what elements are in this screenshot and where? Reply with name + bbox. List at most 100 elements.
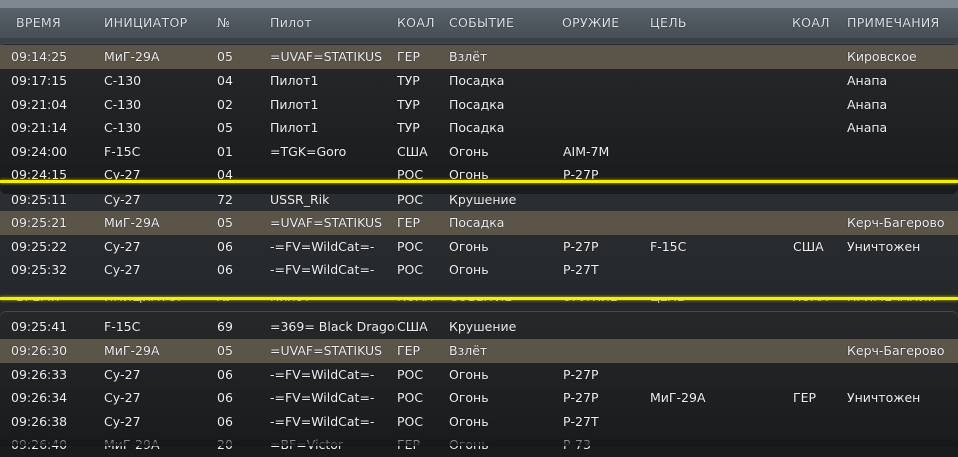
time-cell: 09:25:11 — [11, 191, 68, 207]
table-row[interactable]: 09:25:11 Су-27 72 USSR_Rik РОС Крушение — [0, 188, 958, 212]
weapon-cell: Р-27Т — [563, 413, 599, 429]
coalition-cell: РОС — [397, 390, 424, 405]
notes-cell: Анапа — [847, 73, 888, 88]
number-cell: 05 — [217, 120, 233, 135]
event-cell: Взлёт — [449, 343, 488, 358]
notes-cell: Керч-Багерово — [847, 343, 945, 358]
initiator-cell: F-15C — [104, 143, 141, 159]
coalition-cell: ГЕР — [397, 49, 421, 64]
column-header-num: № — [217, 15, 231, 30]
weapon-cell: Р-27Р — [563, 366, 599, 382]
pilot-cell: -=FV=WildCat=- — [270, 238, 375, 254]
column-header-target: ЦЕЛЬ — [650, 15, 687, 30]
table-row[interactable]: 09:26:38 Су-27 06 -=FV=WildCat=- РОС Огонь Р-2… — [0, 410, 958, 434]
event-cell: Огонь — [449, 262, 489, 277]
coalition-cell: РОС — [397, 238, 424, 254]
coalition-cell: ГЕР — [397, 215, 421, 230]
table-row[interactable]: 09:25:32 Су-27 06 -=FV=WildCat=- РОС Огонь Р-2… — [0, 258, 958, 282]
initiator-cell: F-15C — [104, 319, 141, 334]
time-cell: 09:17:15 — [11, 73, 68, 88]
number-cell: 72 — [217, 191, 233, 207]
table-row[interactable]: 09:21:04 C-130 02 Пилот1 ТУР Посадка Анапа — [0, 93, 958, 117]
coalition-cell: ГЕР — [397, 343, 421, 358]
table-row[interactable]: 09:26:34 Су-27 06 -=FV=WildCat=- РОС Огонь Р-2… — [0, 386, 958, 410]
time-cell: 09:25:21 — [11, 215, 68, 230]
event-cell: Крушение — [449, 191, 517, 207]
pilot-cell: Пилот1 — [270, 73, 319, 88]
number-cell: 05 — [217, 49, 233, 64]
pilot-cell: -=FV=WildCat=- — [270, 262, 375, 277]
table-row[interactable]: 09:14:25 МиГ-29А 05 =UVAF=STATIKUS ГЕР Взлёт К… — [0, 45, 958, 69]
table-row[interactable]: 09:21:14 C-130 05 Пилот1 ТУР Посадка Анапа — [0, 116, 958, 140]
column-header-pilot: Пилот — [270, 15, 312, 30]
selection-frame-bottom — [0, 297, 958, 300]
initiator-cell: Су-27 — [104, 191, 141, 207]
initiator-cell: C-130 — [104, 73, 142, 88]
pilot-cell: -=FV=WildCat=- — [270, 366, 375, 382]
window-top-border — [0, 0, 958, 8]
column-header-weapon: ОРУЖИЕ — [562, 15, 620, 30]
notes-cell: Уничтожен — [847, 238, 921, 254]
coalition-cell: ТУР — [397, 96, 420, 112]
coalition-cell: РОС — [397, 191, 424, 207]
coalition-cell: РОС — [397, 262, 424, 277]
initiator-cell: C-130 — [104, 120, 142, 135]
initiator-cell: C-130 — [104, 96, 142, 112]
event-cell: Огонь — [449, 390, 489, 405]
number-cell: 06 — [217, 366, 233, 382]
column-header-event: СОБЫТИЕ — [449, 15, 515, 30]
time-cell: 09:25:32 — [11, 262, 68, 277]
number-cell: 05 — [217, 343, 233, 358]
column-header-coal2: КОАЛ — [792, 15, 830, 30]
time-cell: 09:26:34 — [11, 390, 68, 405]
target-coalition-cell: ГЕР — [793, 390, 817, 405]
target-coalition-cell: США — [793, 238, 824, 254]
table-row[interactable]: 09:24:00 F-15C 01 =TGK=Goro США Огонь AIM-7M — [0, 140, 958, 164]
coalition-cell: ТУР — [397, 120, 420, 135]
table-row[interactable]: 09:26:33 Су-27 06 -=FV=WildCat=- РОС Огонь Р-2… — [0, 363, 958, 387]
table-row[interactable]: 09:25:22 Су-27 06 -=FV=WildCat=- РОС Огонь Р-2… — [0, 235, 958, 259]
pilot-cell: Пилот1 — [270, 96, 319, 112]
weapon-cell: AIM-7M — [563, 143, 610, 159]
time-cell: 09:24:00 — [11, 143, 68, 159]
coalition-cell: ТУР — [397, 73, 420, 88]
notes-cell: Уничтожен — [847, 390, 921, 405]
notes-cell: Анапа — [847, 120, 888, 135]
time-cell: 09:21:14 — [11, 120, 68, 135]
pilot-cell: =UVAF=STATIKUS — [270, 343, 383, 358]
pilot-cell: -=FV=WildCat=- — [270, 413, 375, 429]
number-cell: 06 — [217, 390, 233, 405]
table-row[interactable]: 09:25:41 F-15C 69 =369= Black Dragon США Круш… — [0, 315, 958, 339]
table-header: ВРЕМЯ ИНИЦИАТОР № Пилот КОАЛ СОБЫТИЕ ОРУЖИЕ ЦЕЛ… — [0, 8, 958, 38]
event-cell: Взлёт — [449, 49, 488, 64]
weapon-cell: Р-27Р — [563, 390, 599, 405]
column-header-coal: КОАЛ — [397, 15, 435, 30]
number-cell: 06 — [217, 238, 233, 254]
coalition-cell: США — [397, 143, 428, 159]
pilot-cell: =UVAF=STATIKUS — [270, 49, 383, 64]
number-cell: 06 — [217, 413, 233, 429]
time-cell: 09:21:04 — [11, 96, 68, 112]
column-header-initiator: ИНИЦИАТОР — [104, 15, 188, 30]
event-cell: Огонь — [449, 238, 489, 254]
event-cell: Огонь — [449, 143, 489, 159]
initiator-cell: МиГ-29А — [104, 215, 160, 230]
notes-cell: Кировское — [847, 49, 917, 64]
time-cell: 09:26:38 — [11, 413, 68, 429]
initiator-cell: МиГ-29А — [104, 49, 160, 64]
number-cell: 05 — [217, 215, 233, 230]
number-cell: 01 — [217, 143, 233, 159]
time-cell: 09:25:22 — [11, 238, 68, 254]
pilot-cell: USSR_Rik — [270, 191, 330, 207]
event-cell: Посадка — [449, 215, 505, 230]
table-row[interactable]: 09:17:15 C-130 04 Пилот1 ТУР Посадка Анапа — [0, 69, 958, 93]
table-row[interactable]: 09:25:21 МиГ-29А 05 =UVAF=STATIKUS ГЕР Посадк… — [0, 211, 958, 235]
time-cell: 09:26:30 — [11, 343, 68, 358]
event-cell: Огонь — [449, 366, 489, 382]
coalition-cell: РОС — [397, 366, 424, 382]
pilot-cell: Пилот1 — [270, 120, 319, 135]
table-row[interactable]: 09:26:30 МиГ-29А 05 =UVAF=STATIKUS ГЕР Взлёт К… — [0, 339, 958, 363]
event-cell: Посадка — [449, 120, 505, 135]
event-cell: Крушение — [449, 319, 517, 334]
initiator-cell: МиГ-29А — [104, 343, 160, 358]
